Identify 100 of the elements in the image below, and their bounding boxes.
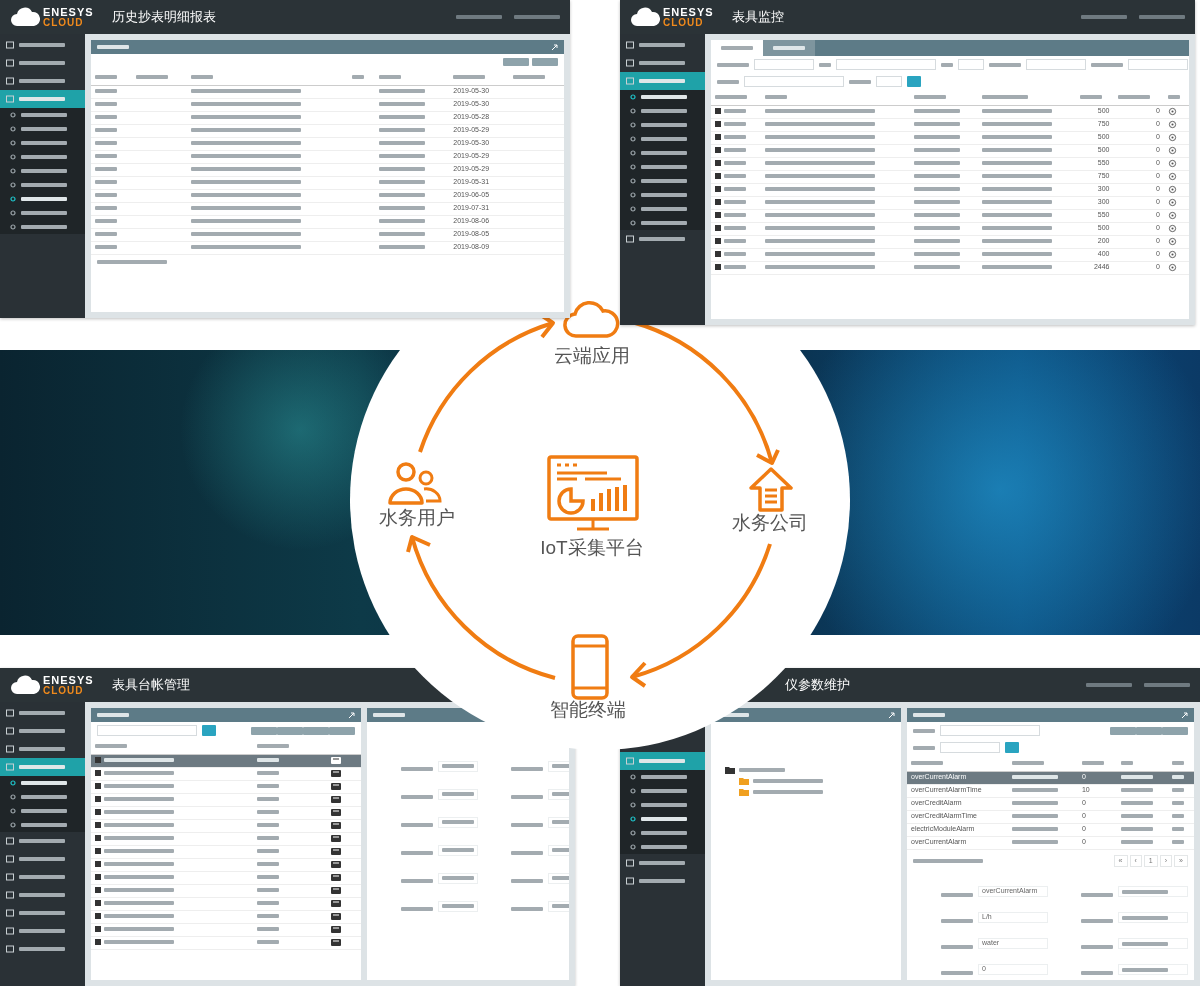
blurred-text-drawing	[257, 823, 279, 828]
input-field[interactable]	[754, 59, 814, 70]
sidebar-item[interactable]	[0, 220, 85, 234]
menu-item-icon	[6, 41, 14, 49]
tab[interactable]	[763, 40, 815, 56]
blurred-text-drawing	[442, 848, 474, 852]
input-field[interactable]	[438, 816, 478, 828]
table-row[interactable]	[91, 780, 361, 793]
input-field[interactable]	[1118, 912, 1188, 923]
input-field[interactable]	[438, 900, 478, 912]
blurred-text-drawing	[104, 914, 174, 919]
expand-icon[interactable]	[551, 43, 558, 51]
select-field[interactable]	[940, 742, 1000, 753]
input-field[interactable]	[438, 760, 478, 772]
blurred-text-drawing	[511, 907, 543, 911]
meter-square-icon	[95, 900, 101, 907]
table-row[interactable]	[91, 806, 361, 819]
table-row[interactable]	[91, 897, 361, 910]
sidebar-item[interactable]	[620, 840, 705, 854]
expand-icon[interactable]	[348, 711, 355, 719]
menu-item-icon	[6, 855, 14, 863]
blurred-text-drawing	[21, 781, 67, 785]
sidebar-item[interactable]	[620, 90, 705, 104]
blurred-text-drawing	[913, 858, 983, 863]
blurred-text-drawing	[981, 122, 1052, 127]
meter-icon	[331, 886, 342, 894]
meter-icon	[331, 938, 342, 946]
sidebar-item[interactable]	[620, 770, 705, 784]
blurred-text-drawing	[379, 180, 426, 185]
sidebar-item[interactable]	[0, 818, 85, 832]
input-field[interactable]	[438, 844, 478, 856]
expand-icon[interactable]	[1181, 711, 1188, 719]
select-field[interactable]	[744, 76, 844, 87]
brand-subtitle: CLOUD	[43, 685, 85, 696]
input-field[interactable]	[1128, 59, 1188, 70]
blurred-text-drawing	[641, 151, 687, 155]
table-row[interactable]	[91, 910, 361, 923]
meter-square-icon	[715, 212, 721, 219]
input-field[interactable]	[1026, 59, 1086, 70]
blurred-text-drawing	[401, 823, 433, 827]
blurred-text-drawing	[190, 75, 213, 79]
blurred-text-drawing	[913, 148, 960, 153]
toolbar-button[interactable]	[251, 726, 277, 735]
blurred-text-drawing	[721, 46, 753, 50]
table-row[interactable]	[91, 793, 361, 806]
page-title: 表具监控	[731, 8, 784, 27]
blurred-text-drawing	[913, 265, 960, 270]
blurred-text-drawing	[257, 901, 279, 906]
meter-square-icon	[715, 186, 721, 193]
input-field[interactable]	[836, 59, 936, 70]
blurred-text-drawing	[1120, 827, 1153, 832]
input-field[interactable]	[958, 59, 984, 70]
blurred-text-drawing	[19, 747, 65, 751]
table-row[interactable]	[91, 871, 361, 884]
sidebar-item[interactable]	[0, 108, 85, 122]
blurred-text-drawing	[1081, 892, 1113, 897]
select-field[interactable]	[876, 76, 902, 87]
table-row[interactable]	[91, 884, 361, 897]
circle-bullet-icon	[10, 210, 16, 216]
blurred-text-drawing	[21, 211, 67, 215]
table-row[interactable]	[91, 936, 361, 949]
sidebar-item[interactable]	[620, 216, 705, 230]
tab[interactable]	[711, 40, 763, 56]
blurred-text-drawing	[913, 174, 960, 179]
toolbar-button[interactable]	[329, 726, 355, 735]
table-row[interactable]	[91, 858, 361, 871]
dashboard-monitor-icon	[547, 455, 639, 533]
toolbar-button[interactable]	[1110, 726, 1136, 735]
input-field[interactable]	[438, 788, 478, 800]
blurred-text-drawing	[21, 823, 67, 827]
blurred-text-drawing	[1172, 761, 1185, 765]
input-field[interactable]	[438, 872, 478, 884]
table-row[interactable]	[91, 845, 361, 858]
blurred-text-drawing	[717, 62, 749, 67]
table-row[interactable]	[91, 767, 361, 780]
blurred-text-drawing	[1012, 761, 1045, 765]
search-field[interactable]	[940, 725, 1040, 736]
expand-icon[interactable]	[888, 711, 895, 719]
table-row[interactable]	[91, 832, 361, 845]
blurred-text-drawing	[1120, 840, 1153, 845]
sidebar-item[interactable]	[0, 776, 85, 790]
table-row[interactable]	[91, 923, 361, 936]
blurred-text-drawing	[401, 767, 433, 771]
input-field[interactable]	[1118, 886, 1188, 897]
blurred-text-drawing	[104, 888, 174, 893]
blurred-text-drawing	[1120, 788, 1153, 793]
meter-icon	[331, 821, 342, 829]
smartphone-icon	[570, 634, 610, 700]
input-field[interactable]	[1118, 938, 1188, 949]
blurred-text-drawing	[641, 817, 687, 821]
search-field[interactable]	[97, 725, 197, 736]
circle-bullet-icon	[630, 136, 636, 142]
blurred-text-drawing	[95, 89, 117, 94]
circle-bullet-icon	[10, 808, 16, 814]
table-row[interactable]	[91, 819, 361, 832]
blurred-text-drawing	[95, 141, 117, 146]
blurred-text-drawing	[981, 148, 1052, 153]
toolbar-button[interactable]	[1162, 726, 1188, 735]
input-field[interactable]	[1118, 964, 1188, 975]
blurred-text-drawing	[981, 252, 1052, 257]
